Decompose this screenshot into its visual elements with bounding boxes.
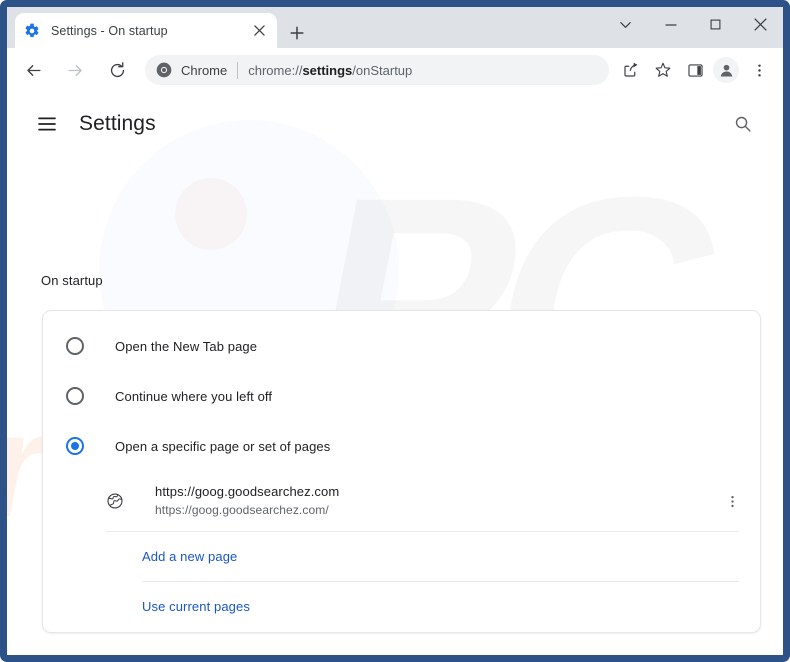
minimize-button[interactable] [648,7,693,42]
page-title: Settings [79,112,156,135]
close-window-button[interactable] [738,7,783,42]
omnibox-chip-label: Chrome [181,62,228,78]
search-icon [735,116,751,132]
startup-option-label: Continue where you left off [115,388,273,404]
url-suffix: /onStartup [352,62,413,78]
watermark-circle-small [175,178,247,250]
reload-button[interactable] [102,55,132,85]
radio-button-selected[interactable] [66,437,84,455]
minimize-icon [664,23,677,26]
window-controls [603,7,783,48]
side-panel-icon[interactable] [681,56,709,84]
reload-icon [110,61,124,77]
arrow-left-icon [26,64,41,76]
use-current-pages-link[interactable]: Use current pages [142,599,250,614]
chrome-icon [156,62,172,78]
back-button[interactable] [18,55,48,85]
radio-button[interactable] [66,387,84,405]
plus-icon [290,26,304,40]
tab-title: Settings - On startup [51,23,168,38]
startup-option-specific-pages[interactable]: Open a specific page or set of pages [43,421,760,471]
startup-page-row: https://goog.goodsearchez.com https://go… [43,471,760,531]
more-vertical-icon[interactable] [718,487,746,515]
url-bold: settings [302,62,353,78]
startup-page-url: https://goog.goodsearchez.com/ [155,503,329,517]
omnibox-separator [237,61,239,79]
radio-button[interactable] [66,337,84,355]
maximize-button[interactable] [693,7,738,42]
address-bar[interactable]: Chrome chrome://settings/onStartup [145,55,609,85]
share-icon[interactable] [617,56,645,84]
add-new-page-link[interactable]: Add a new page [142,549,237,564]
startup-option-label: Open a specific page or set of pages [115,438,331,454]
on-startup-card: Open the New Tab page Continue where you… [42,310,761,633]
new-tab-button[interactable] [284,20,310,46]
tab-search-button[interactable] [603,7,648,42]
globe-icon [106,492,124,510]
gear-icon [24,23,40,39]
arrow-right-icon [67,64,82,76]
close-icon[interactable] [250,22,268,40]
startup-page-texts: https://goog.goodsearchez.com https://go… [155,482,708,520]
bookmark-star-icon[interactable] [649,56,677,84]
hamburger-icon [38,117,56,131]
startup-option-label: Open the New Tab page [115,338,258,354]
search-settings-button[interactable] [723,104,763,144]
startup-option-new-tab[interactable]: Open the New Tab page [43,321,760,371]
add-new-page-row[interactable]: Add a new page [43,532,760,581]
section-label-on-startup: On startup [41,273,103,288]
chevron-down-icon [620,22,631,28]
settings-header: Settings [7,92,783,156]
tab-strip: Settings - On startup [7,7,783,48]
close-icon [754,18,767,31]
main-menu-button[interactable] [27,104,67,144]
omnibox-url: chrome://settings/onStartup [248,63,412,78]
profile-avatar-icon[interactable] [713,57,739,83]
more-vertical-icon[interactable] [745,56,773,84]
settings-page: PC risk.com Settings On startup Open the… [7,92,783,655]
maximize-icon [710,19,721,30]
url-prefix: chrome:// [248,62,303,78]
startup-page-title: https://goog.goodsearchez.com [155,484,340,499]
forward-button [60,55,90,85]
browser-window: Settings - On startup Chrome chrome://se… [0,0,790,662]
browser-toolbar: Chrome chrome://settings/onStartup [7,48,783,92]
use-current-pages-row[interactable]: Use current pages [43,582,760,631]
startup-option-continue[interactable]: Continue where you left off [43,371,760,421]
browser-tab-settings[interactable]: Settings - On startup [15,13,277,48]
